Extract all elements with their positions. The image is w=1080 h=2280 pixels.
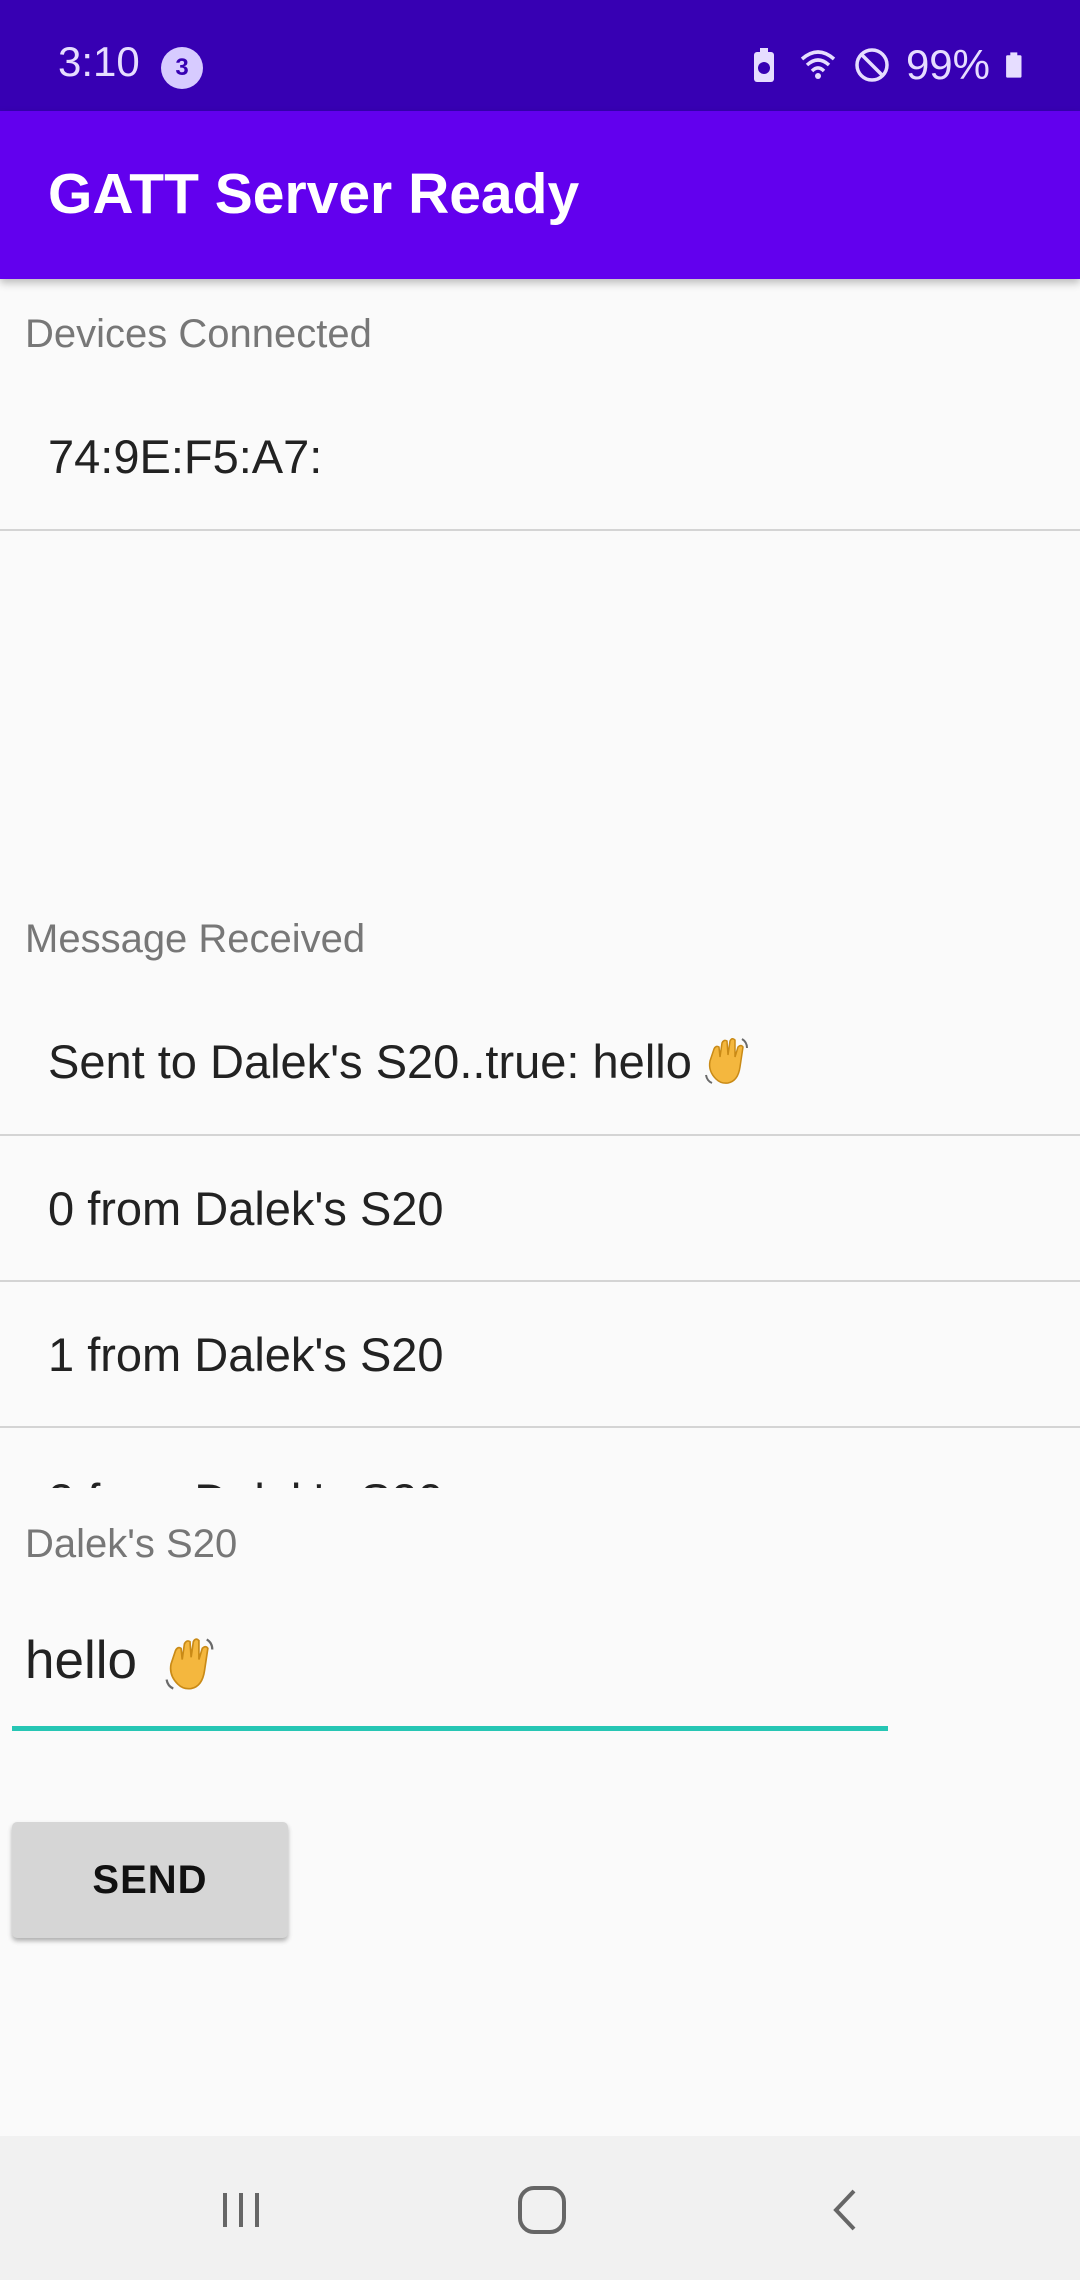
message-item: 2 from Dalek's S20 — [0, 1428, 1080, 1489]
status-icons: 99% — [744, 40, 1032, 90]
device-address: 74:9E:F5:A7: — [48, 429, 323, 483]
send-button[interactable]: SEND — [12, 1822, 288, 1938]
recent-apps-button[interactable] — [209, 2178, 273, 2242]
home-icon — [518, 2186, 566, 2234]
message-input[interactable]: hello — [12, 1600, 888, 1731]
navigation-bar — [0, 2136, 1080, 2280]
message-item: Sent to Dalek's S20..true: hello — [0, 988, 1080, 1136]
message-input-value: hello — [25, 1630, 218, 1693]
back-button[interactable] — [815, 2178, 879, 2242]
battery-icon — [1006, 52, 1022, 78]
message-text: 1 from Dalek's S20 — [48, 1327, 444, 1381]
recent-apps-icon — [223, 2193, 259, 2227]
message-item: 1 from Dalek's S20 — [0, 1282, 1080, 1428]
devices-list: 74:9E:F5:A7: — [0, 383, 1080, 533]
wifi-icon — [800, 50, 836, 79]
notification-count-badge: 3 — [161, 47, 203, 89]
messages-list[interactable]: Sent to Dalek's S20..true: hello 0 from … — [0, 988, 1080, 1488]
battery-percent: 99% — [905, 41, 990, 88]
devices-connected-label: Devices Connected — [25, 312, 372, 356]
waving-hand-icon — [704, 1037, 748, 1084]
app-title: GATT Server Ready — [48, 162, 580, 226]
status-bar: 3:10 3 99% — [0, 0, 1080, 111]
status-time: 3:10 — [58, 38, 140, 85]
message-received-label: Message Received — [25, 917, 366, 961]
back-icon — [833, 2189, 856, 2231]
message-text: 2 from Dalek's S20 — [48, 1473, 444, 1489]
device-item[interactable]: 74:9E:F5:A7: — [0, 383, 1080, 531]
home-button[interactable] — [510, 2178, 574, 2242]
message-text: 0 from Dalek's S20 — [48, 1181, 444, 1235]
waving-hand-icon — [165, 1638, 214, 1690]
message-text: Sent to Dalek's S20..true: hello — [48, 1034, 692, 1088]
message-item: 0 from Dalek's S20 — [0, 1136, 1080, 1282]
do-not-disturb-icon — [855, 48, 889, 82]
recipient-label: Dalek's S20 — [25, 1522, 238, 1566]
battery-saver-icon — [753, 48, 774, 82]
app-bar: GATT Server Ready — [0, 111, 1080, 279]
